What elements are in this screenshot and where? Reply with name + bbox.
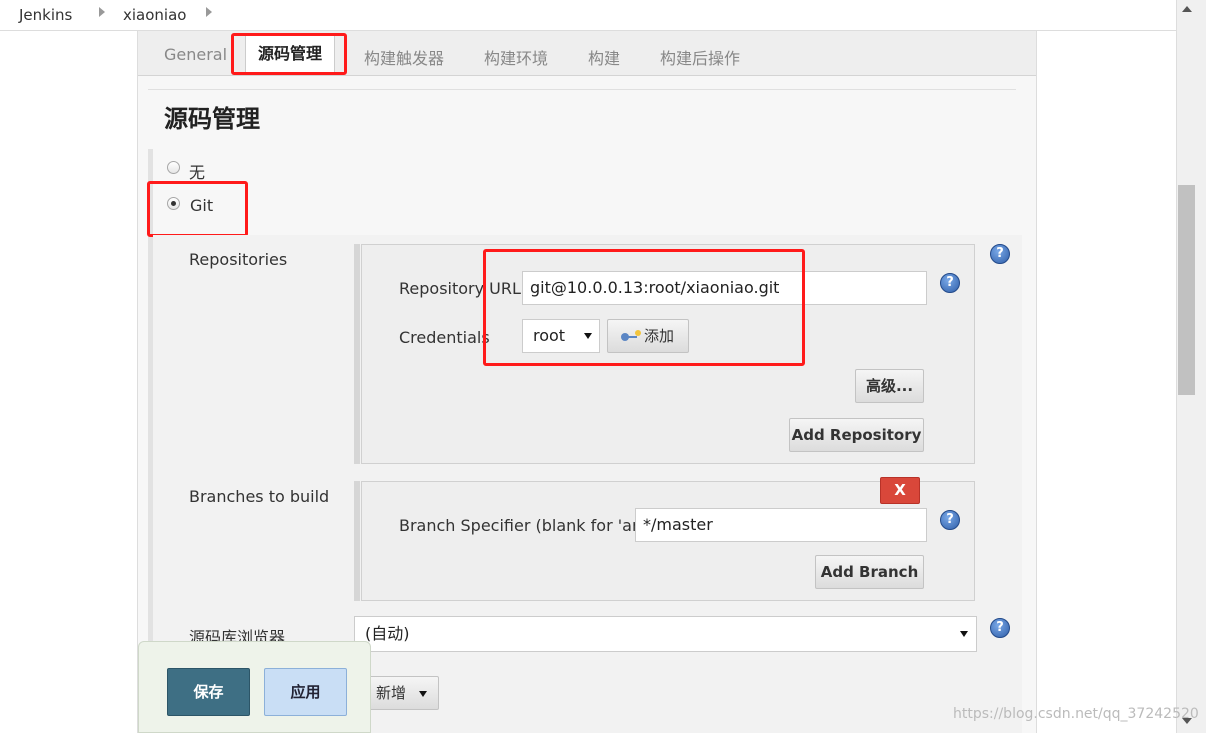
credentials-value: root [533, 326, 566, 345]
help-icon[interactable]: ? [990, 244, 1010, 264]
tab-scm[interactable]: 源码管理 [245, 35, 336, 72]
save-button[interactable]: 保存 [167, 668, 250, 716]
help-icon[interactable]: ? [990, 618, 1010, 638]
chevron-down-icon [419, 691, 427, 697]
tab-build[interactable]: 构建 [588, 45, 620, 69]
key-icon [621, 330, 641, 341]
add-behaviour-button[interactable]: 新增 [363, 676, 439, 710]
config-tab-bar: General 源码管理 构建触发器 构建环境 构建 构建后操作 [138, 31, 1036, 76]
repository-url-input[interactable]: git@10.0.0.13:root/xiaoniao.git [522, 271, 927, 305]
branch-specifier-input[interactable]: */master [635, 508, 927, 542]
branch-specifier-label: Branch Specifier (blank for 'any') [399, 516, 663, 535]
repositories-label: Repositories [189, 250, 288, 269]
add-repository-button[interactable]: Add Repository [789, 418, 924, 452]
delete-branch-button[interactable]: X [880, 477, 920, 504]
breadcrumb-job[interactable]: xiaoniao [123, 6, 186, 24]
breadcrumb-arrow-icon[interactable] [99, 7, 105, 17]
tab-general[interactable]: General [164, 45, 227, 64]
scm-git-radio[interactable] [167, 197, 180, 210]
credentials-select[interactable]: root [522, 319, 600, 353]
add-behaviour-label: 新增 [376, 684, 407, 702]
scm-git-label[interactable]: Git [190, 196, 213, 215]
add-credentials-label: 添加 [644, 327, 675, 345]
repo-browser-select[interactable]: (自动) [354, 616, 977, 652]
scm-none-radio[interactable] [167, 161, 180, 174]
help-icon[interactable]: ? [940, 273, 960, 293]
tab-post-build[interactable]: 构建后操作 [660, 45, 740, 69]
section-divider [148, 89, 1016, 90]
help-icon[interactable]: ? [940, 510, 960, 530]
breadcrumb-jenkins[interactable]: Jenkins [19, 6, 72, 24]
credentials-label: Credentials [399, 328, 490, 347]
chevron-down-icon [960, 631, 968, 637]
tab-build-triggers[interactable]: 构建触发器 [364, 45, 444, 69]
breadcrumb: Jenkins xiaoniao [0, 0, 1176, 31]
section-title: 源码管理 [164, 105, 260, 133]
repo-panel-bar [354, 244, 360, 464]
advanced-button[interactable]: 高级... [855, 369, 924, 403]
repo-browser-value: (自动) [365, 624, 410, 643]
scrollbar-thumb[interactable] [1178, 185, 1195, 395]
repository-url-label: Repository URL [399, 279, 521, 298]
scroll-up-icon[interactable] [1182, 6, 1192, 12]
scm-none-label[interactable]: 无 [189, 159, 205, 183]
breadcrumb-arrow-icon[interactable] [206, 7, 212, 17]
add-branch-button[interactable]: Add Branch [815, 555, 924, 589]
tab-build-env[interactable]: 构建环境 [484, 45, 548, 69]
chevron-down-icon [584, 333, 592, 339]
branches-label: Branches to build [189, 487, 330, 506]
apply-button[interactable]: 应用 [264, 668, 347, 716]
watermark: https://blog.csdn.net/qq_37242520 [953, 706, 1199, 722]
add-credentials-button[interactable]: 添加 [607, 319, 689, 353]
branch-panel-bar [354, 481, 360, 601]
